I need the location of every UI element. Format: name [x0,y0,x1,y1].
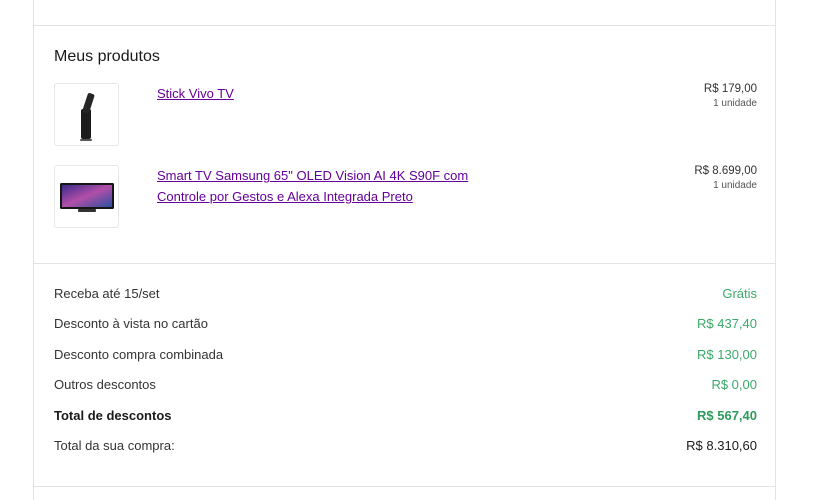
summary-label: Receba até 15/set [54,286,160,301]
section-title: Meus produtos [54,48,160,65]
combined-discount-row: Desconto compra combinada R$ 130,00 [54,347,757,367]
shipping-row: Receba até 15/set Grátis [54,286,757,306]
tv-stick-icon [79,92,94,141]
purchase-total-row: Total da sua compra: R$ 8.310,60 [54,438,757,458]
product-quantity: 1 unidade [713,98,757,109]
next-card [33,486,776,500]
summary-label: Desconto à vista no cartão [54,316,208,331]
product-price: R$ 179,00 [703,83,757,95]
summary-label: Total da sua compra: [54,438,175,453]
summary-value: R$ 437,40 [697,316,757,331]
summary-value: R$ 567,40 [697,408,757,423]
summary-label: Outros descontos [54,377,156,392]
summary-value: R$ 130,00 [697,347,757,362]
summary-value: R$ 0,00 [711,377,757,392]
product-price: R$ 8.699,00 [694,165,757,177]
total-discounts-row: Total de descontos R$ 567,40 [54,408,757,428]
other-discounts-row: Outros descontos R$ 0,00 [54,377,757,397]
order-summary-card: Meus produtos Stick Vivo TV R$ 179,00 1 … [33,25,776,487]
cash-discount-row: Desconto à vista no cartão R$ 437,40 [54,316,757,336]
product-image[interactable] [54,165,119,228]
summary-label: Desconto compra combinada [54,347,224,362]
summary-label: Total de descontos [54,408,172,423]
product-link[interactable]: Smart TV Samsung 65" OLED Vision AI 4K S… [157,165,477,207]
summary-value: Grátis [722,286,757,301]
product-link[interactable]: Stick Vivo TV [157,83,477,104]
product-quantity: 1 unidade [713,180,757,191]
product-item: Smart TV Samsung 65" OLED Vision AI 4K S… [54,165,757,229]
tv-icon [59,182,114,212]
section-divider [34,263,775,264]
product-image[interactable] [54,83,119,146]
previous-card [33,0,776,26]
product-item: Stick Vivo TV R$ 179,00 1 unidade [54,83,757,147]
summary-value: R$ 8.310,60 [686,438,757,453]
